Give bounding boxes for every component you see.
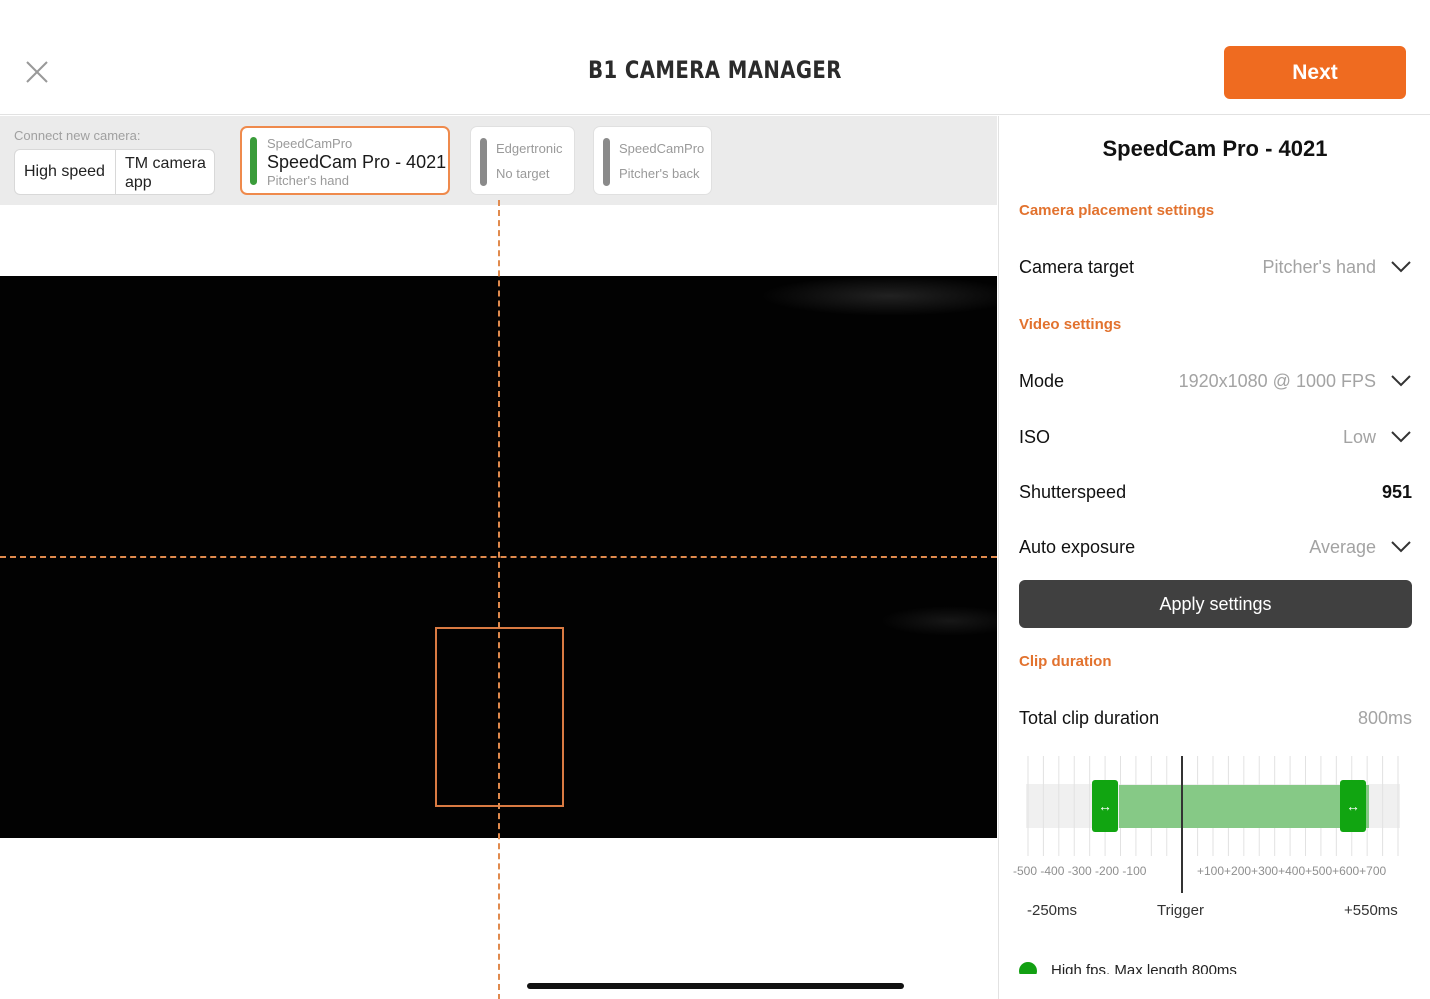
connect-high-speed-button[interactable]: High speed bbox=[15, 150, 116, 194]
home-indicator[interactable] bbox=[527, 983, 904, 989]
chevron-down-icon bbox=[1391, 261, 1411, 273]
camera-target: Pitcher's hand bbox=[267, 173, 349, 188]
clip-range-slider[interactable]: ↔ ↔ bbox=[1026, 756, 1400, 893]
clip-start-label: -250ms bbox=[1027, 902, 1078, 919]
mode-select[interactable]: Mode 1920x1080 @ 1000 FPS bbox=[1019, 366, 1412, 396]
iso-select[interactable]: ISO Low bbox=[1019, 422, 1412, 452]
camera-brand: SpeedCamPro bbox=[619, 141, 705, 156]
video-settings-section-title: Video settings bbox=[1019, 316, 1122, 333]
close-button[interactable] bbox=[22, 57, 52, 87]
axis-negative-labels: -500 -400 -300 -200 -100 bbox=[1013, 864, 1147, 878]
camera-target-label: Camera target bbox=[1019, 256, 1135, 277]
camera-view-area: Connect new camera: High speed TM camera… bbox=[0, 116, 997, 999]
auto-exposure-label: Auto exposure bbox=[1019, 536, 1136, 557]
slider-end-handle[interactable]: ↔ bbox=[1340, 780, 1366, 832]
preview-highlight bbox=[880, 606, 997, 636]
auto-exposure-value: Average bbox=[1309, 536, 1376, 557]
iso-label: ISO bbox=[1019, 426, 1051, 447]
chevron-down-icon bbox=[1391, 541, 1411, 553]
clip-end-label: +550ms bbox=[1344, 902, 1398, 919]
camera-manager-screen: B1 CAMERA MANAGER Next Connect new camer… bbox=[0, 0, 1430, 999]
iso-value: Low bbox=[1342, 426, 1376, 447]
shutterspeed-value: 951 bbox=[1381, 481, 1412, 502]
resize-horizontal-icon: ↔ bbox=[1346, 798, 1360, 814]
camera-brand: SpeedCamPro bbox=[267, 136, 353, 151]
shutterspeed-label: Shutterspeed bbox=[1019, 481, 1127, 502]
vertical-guide-line bbox=[498, 200, 500, 999]
total-clip-duration-row: Total clip duration 800ms bbox=[1019, 703, 1412, 733]
trigger-label: Trigger bbox=[1157, 902, 1204, 919]
status-dot-icon bbox=[1019, 962, 1037, 974]
page-title: B1 CAMERA MANAGER bbox=[588, 56, 842, 84]
camera-name: SpeedCam Pro - 4021 bbox=[267, 152, 447, 172]
camera-target: Pitcher's back bbox=[619, 166, 700, 181]
close-icon bbox=[26, 61, 48, 83]
camera-placement-section-title: Camera placement settings bbox=[1019, 202, 1215, 219]
mode-label: Mode bbox=[1019, 370, 1065, 391]
camera-status-indicator bbox=[480, 138, 487, 186]
connect-camera-label: Connect new camera: bbox=[14, 128, 141, 143]
fps-note: High fps. Max length 800ms bbox=[1019, 958, 1237, 974]
camera-brand: Edgertronic bbox=[496, 141, 563, 156]
axis-positive-labels: +100+200+300+400+500+600+700 bbox=[1197, 864, 1387, 878]
resize-horizontal-icon: ↔ bbox=[1098, 798, 1112, 814]
apply-settings-button[interactable]: Apply settings bbox=[1019, 580, 1412, 628]
camera-card-speedcam-4021[interactable]: SpeedCamPro SpeedCam Pro - 4021 Pitcher'… bbox=[240, 126, 450, 195]
header: B1 CAMERA MANAGER Next bbox=[0, 0, 1430, 115]
camera-target-select[interactable]: Camera target Pitcher's hand bbox=[1019, 252, 1412, 282]
fps-note-text: High fps. Max length 800ms bbox=[1051, 962, 1237, 974]
connect-camera-group: High speed TM camera app bbox=[14, 149, 215, 195]
selected-camera-title: SpeedCam Pro - 4021 bbox=[1102, 136, 1328, 161]
slider-start-handle[interactable]: ↔ bbox=[1092, 780, 1118, 832]
camera-card-speedcampro-back[interactable]: SpeedCamPro Pitcher's back bbox=[593, 126, 712, 195]
camera-bar: Connect new camera: High speed TM camera… bbox=[0, 116, 997, 205]
total-clip-duration-label: Total clip duration bbox=[1019, 707, 1160, 728]
mode-value: 1920x1080 @ 1000 FPS bbox=[1178, 370, 1376, 391]
total-clip-duration-value: 800ms bbox=[1357, 707, 1412, 728]
horizontal-guide-line bbox=[0, 556, 997, 558]
camera-card-edgertronic[interactable]: Edgertronic No target bbox=[470, 126, 575, 195]
trigger-marker bbox=[1181, 756, 1183, 893]
auto-exposure-select[interactable]: Auto exposure Average bbox=[1019, 532, 1412, 562]
clip-duration-section-title: Clip duration bbox=[1019, 653, 1112, 670]
next-button[interactable]: Next bbox=[1224, 46, 1406, 99]
camera-status-indicator bbox=[250, 137, 257, 185]
settings-panel: SpeedCam Pro - 4021 Camera placement set… bbox=[998, 116, 1430, 999]
connect-tm-camera-app-button[interactable]: TM camera app bbox=[116, 150, 214, 194]
slider-range-fill bbox=[1119, 785, 1369, 828]
camera-status-indicator bbox=[603, 138, 610, 186]
camera-target: No target bbox=[496, 166, 550, 181]
chevron-down-icon bbox=[1391, 375, 1411, 387]
chevron-down-icon bbox=[1391, 431, 1411, 443]
shutterspeed-field[interactable]: Shutterspeed 951 bbox=[1019, 477, 1412, 507]
camera-target-value: Pitcher's hand bbox=[1262, 256, 1376, 277]
preview-highlight bbox=[760, 276, 997, 316]
